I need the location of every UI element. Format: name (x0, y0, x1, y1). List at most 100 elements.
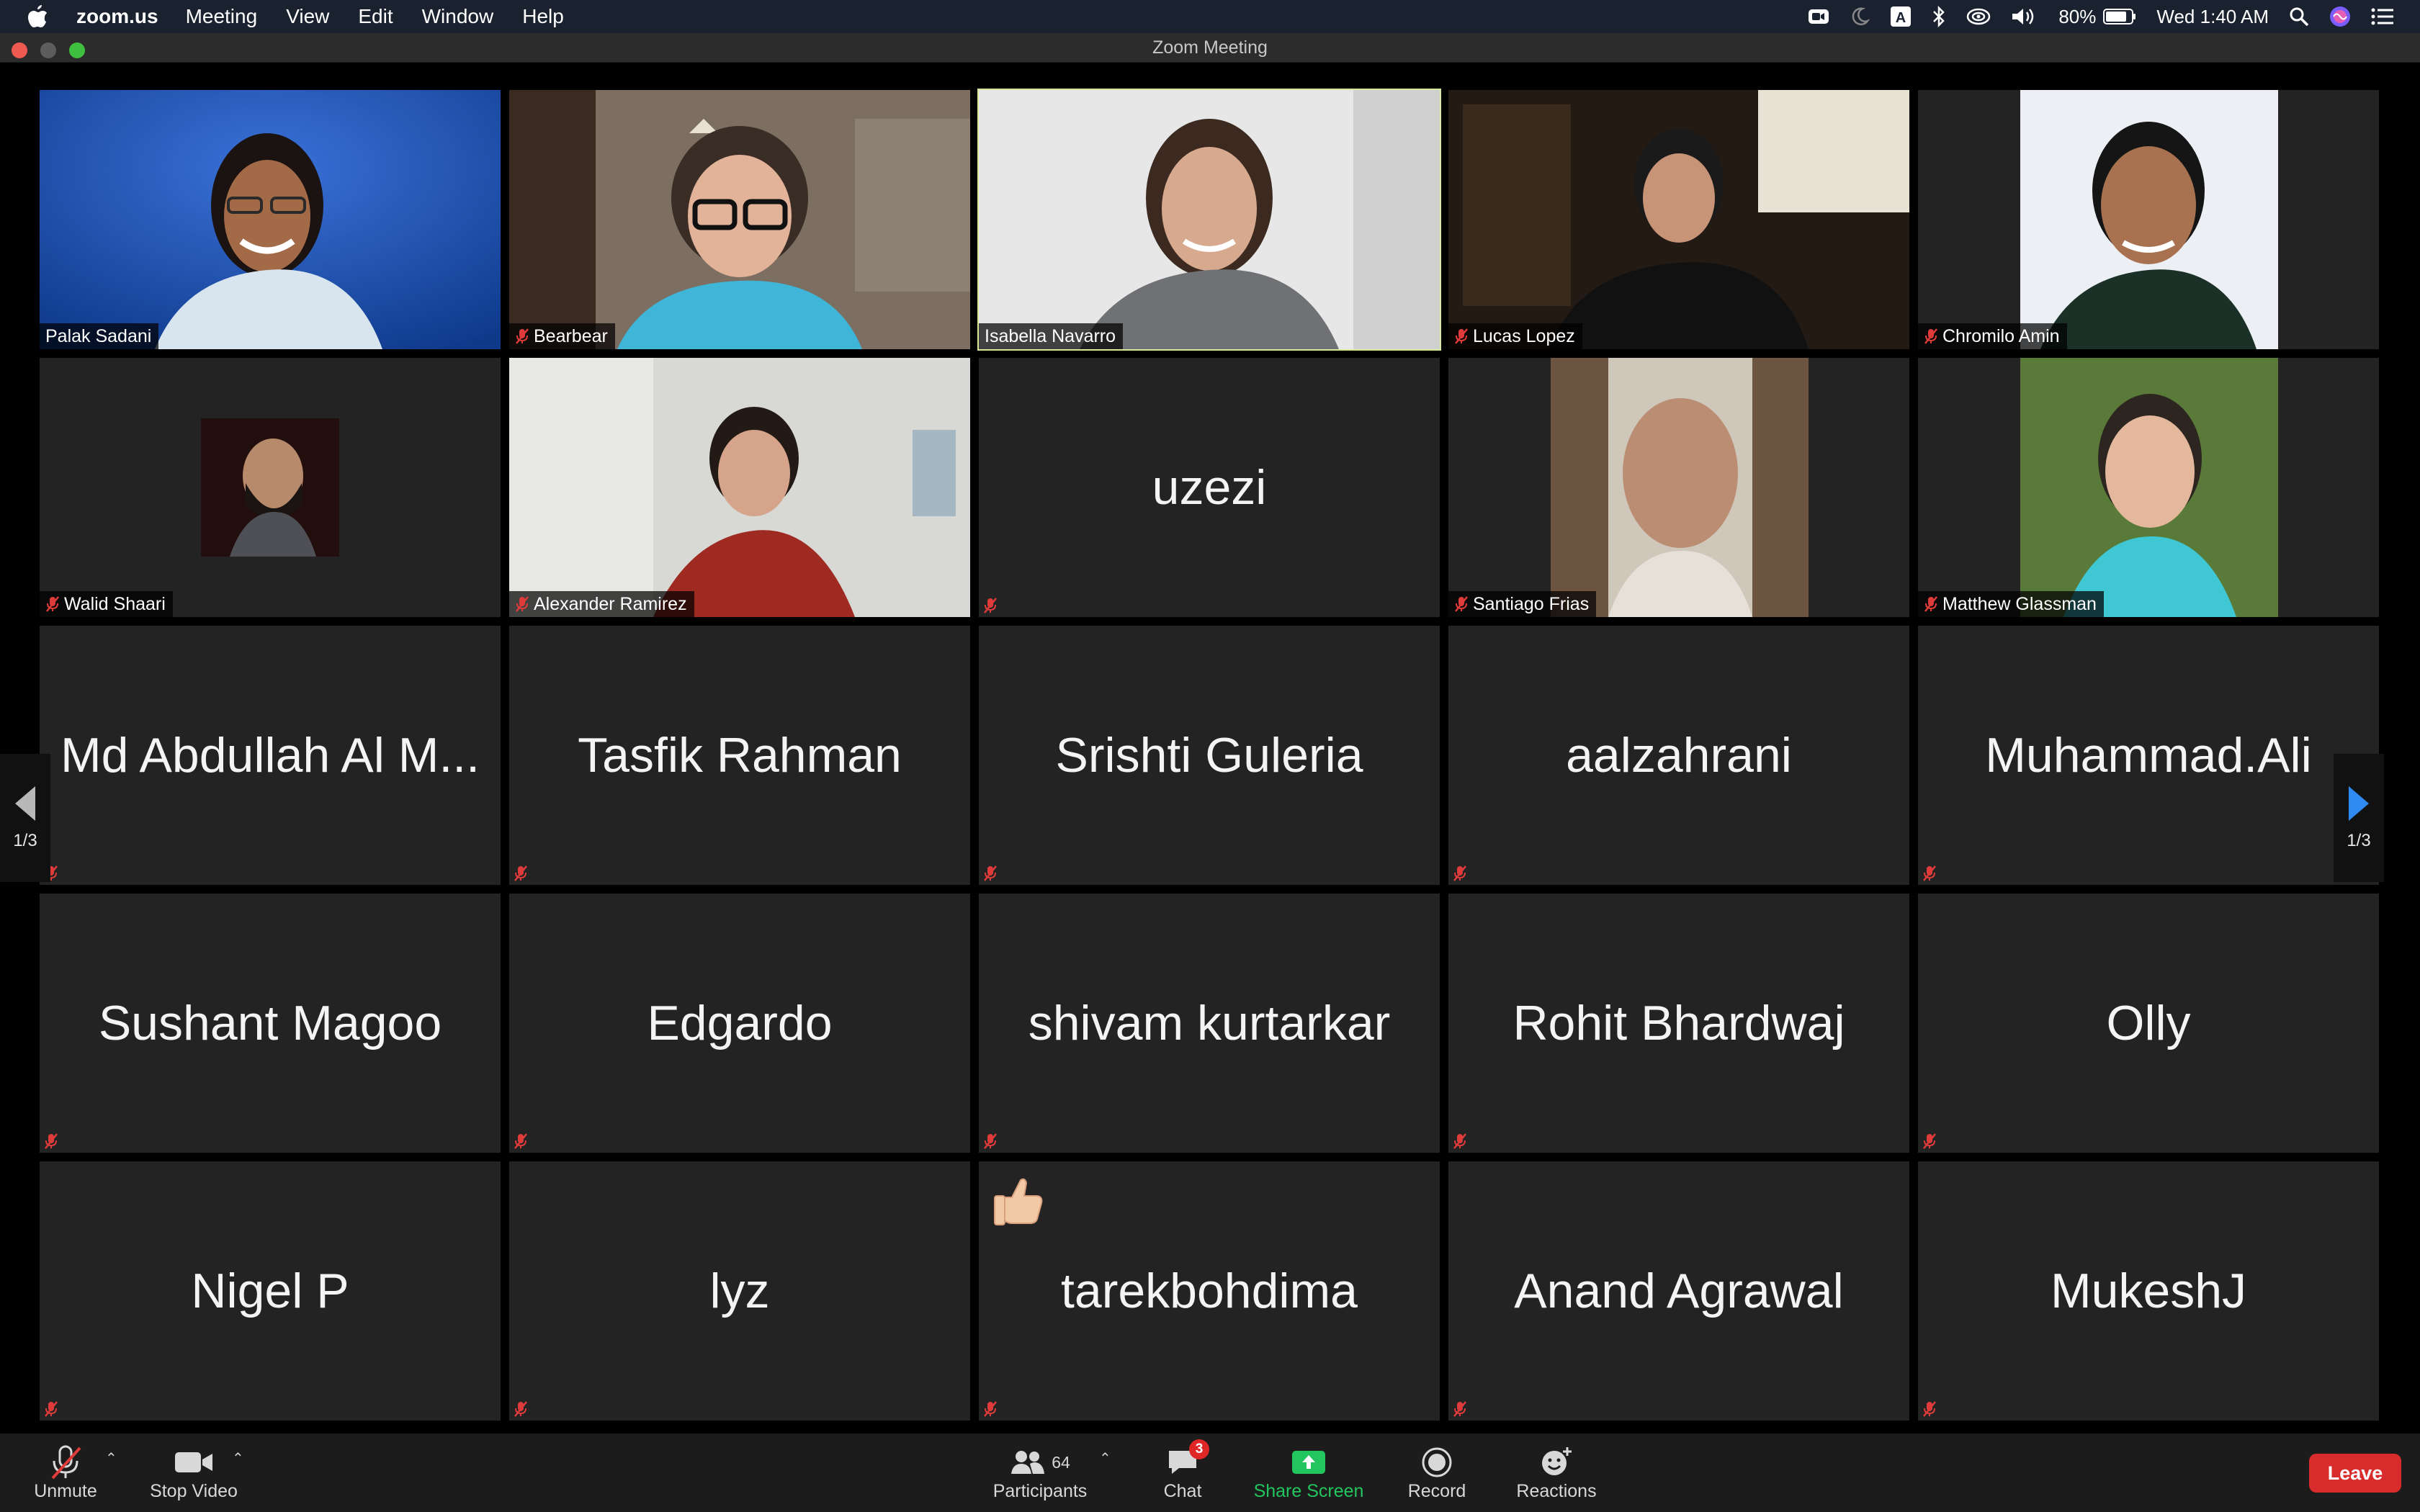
battery-status[interactable]: 80% (2058, 6, 2136, 28)
participant-name-placeholder: tarekbohdima (1060, 1264, 1358, 1318)
participant-name-placeholder: Md Abdullah Al M... (60, 728, 480, 783)
participant-name-placeholder: lyz (709, 1264, 770, 1318)
menubar-clock[interactable]: Wed 1:40 AM (2156, 6, 2269, 28)
input-source-icon[interactable]: A (1890, 6, 1912, 27)
video-tile[interactable]: Edgardo (509, 894, 970, 1153)
participant-name-label: Palak Sadani (40, 323, 159, 349)
video-tile[interactable]: Muhammad.Ali (1918, 626, 2379, 885)
participant-name-label: Lucas Lopez (1448, 323, 1582, 349)
chat-button[interactable]: 3 Chat (1147, 1434, 1219, 1512)
menubar-status-area: A 80% Wed 1:40 AM (1808, 0, 2394, 33)
video-tile[interactable]: tarekbohdima (979, 1161, 1440, 1421)
video-tile[interactable]: Matthew Glassman (1918, 358, 2379, 617)
audio-options-caret[interactable]: ⌃ (105, 1449, 117, 1467)
reactions-button[interactable]: Reactions (1510, 1434, 1603, 1512)
muted-mic-icon (1453, 1133, 1466, 1149)
siri-icon[interactable] (2329, 6, 2351, 27)
video-camera-icon (175, 1452, 212, 1472)
muted-mic-icon (1924, 596, 1937, 612)
window-zoom-button[interactable] (69, 42, 85, 58)
participant-name-placeholder: Edgardo (647, 996, 833, 1050)
spotlight-search-icon[interactable] (2289, 6, 2309, 27)
muted-mic-icon (1923, 865, 1936, 881)
video-tile-active-speaker[interactable]: Isabella Navarro (977, 89, 1441, 351)
participant-name-label: Bearbear (509, 323, 615, 349)
participant-name-label: Chromilo Amin (1918, 323, 2067, 349)
menu-help[interactable]: Help (522, 5, 564, 28)
window-close-button[interactable] (12, 42, 27, 58)
participant-name-placeholder: Tasfik Rahman (578, 728, 902, 783)
video-tile[interactable]: Nigel P (40, 1161, 501, 1421)
window-titlebar: Zoom Meeting (0, 33, 2420, 63)
chevron-left-icon (15, 786, 35, 821)
apple-icon[interactable] (27, 4, 49, 29)
page-indicator-left: 1/3 (13, 831, 37, 850)
participants-options-caret[interactable]: ⌃ (1099, 1449, 1111, 1467)
leave-meeting-button[interactable]: Leave (2309, 1454, 2401, 1493)
video-tile[interactable]: Bearbear (509, 90, 970, 349)
video-tile[interactable]: aalzahrani (1448, 626, 1909, 885)
video-tile[interactable]: Sushant Magoo (40, 894, 501, 1153)
video-options-caret[interactable]: ⌃ (232, 1449, 244, 1467)
menu-app-name[interactable]: zoom.us (76, 5, 158, 28)
video-tile[interactable]: Rohit Bhardwaj (1448, 894, 1909, 1153)
participant-name-label: Santiago Frias (1448, 591, 1597, 617)
share-screen-button[interactable]: Share Screen (1246, 1434, 1371, 1512)
participant-name-placeholder: Anand Agrawal (1514, 1264, 1844, 1318)
next-page-button[interactable]: 1/3 (2334, 754, 2384, 882)
participant-profile-picture (1551, 358, 1809, 617)
muted-mic-icon (45, 1133, 58, 1149)
muted-mic-icon (984, 598, 997, 613)
bluetooth-icon[interactable] (1932, 6, 1946, 27)
previous-page-button[interactable]: 1/3 (0, 754, 50, 882)
zoom-status-icon[interactable] (1808, 8, 1829, 25)
window-title: Zoom Meeting (1152, 37, 1268, 58)
do-not-disturb-icon[interactable] (1850, 6, 1870, 27)
menu-window[interactable]: Window (422, 5, 494, 28)
muted-mic-icon (984, 1133, 997, 1149)
record-icon (1422, 1447, 1452, 1477)
video-tile[interactable]: Md Abdullah Al M... (40, 626, 501, 885)
participant-name-placeholder: MukeshJ (2050, 1264, 2247, 1318)
video-tile[interactable]: Anand Agrawal (1448, 1161, 1909, 1421)
video-tile[interactable]: Lucas Lopez (1448, 90, 1909, 349)
video-tile[interactable]: uzezi (979, 358, 1440, 617)
wifi-icon[interactable] (1966, 7, 1991, 26)
participant-profile-picture (201, 418, 339, 557)
muted-mic-icon (1923, 1133, 1936, 1149)
video-tile[interactable]: Tasfik Rahman (509, 626, 970, 885)
svg-text:A: A (1896, 10, 1906, 26)
muted-mic-icon (984, 1401, 997, 1417)
muted-microphone-icon (51, 1445, 81, 1480)
video-tile[interactable]: lyz (509, 1161, 970, 1421)
video-tile[interactable]: Walid Shaari (40, 358, 501, 617)
share-screen-icon (1292, 1451, 1325, 1474)
page-indicator-right: 1/3 (2347, 831, 2371, 850)
video-tile[interactable]: Olly (1918, 894, 2379, 1153)
meeting-controls-toolbar: Unmute ⌃ Stop Video ⌃ 64 Participants ⌃ … (0, 1434, 2420, 1512)
participants-count: 64 (1052, 1452, 1070, 1472)
menu-meeting[interactable]: Meeting (186, 5, 258, 28)
video-tile[interactable]: Chromilo Amin (1918, 90, 2379, 349)
muted-mic-icon (516, 596, 529, 612)
unmute-button[interactable]: Unmute (26, 1434, 105, 1512)
notification-center-icon[interactable] (2371, 7, 2394, 26)
participant-name-label: Alexander Ramirez (509, 591, 694, 617)
participants-button[interactable]: 64 Participants (987, 1434, 1093, 1512)
window-minimize-button[interactable] (40, 42, 56, 58)
video-tile[interactable]: Santiago Frias (1448, 358, 1909, 617)
participant-video (979, 90, 1440, 349)
muted-mic-icon (46, 596, 59, 612)
volume-icon[interactable] (2011, 6, 2038, 27)
video-tile[interactable]: MukeshJ (1918, 1161, 2379, 1421)
video-tile[interactable]: shivam kurtarkar (979, 894, 1440, 1153)
participant-video (40, 90, 501, 349)
video-tile[interactable]: Alexander Ramirez (509, 358, 970, 617)
participant-name-label: Isabella Navarro (979, 323, 1124, 349)
record-button[interactable]: Record (1399, 1434, 1475, 1512)
menu-view[interactable]: View (286, 5, 329, 28)
stop-video-button[interactable]: Stop Video (145, 1434, 242, 1512)
video-tile[interactable]: Palak Sadani (40, 90, 501, 349)
video-tile[interactable]: Srishti Guleria (979, 626, 1440, 885)
menu-edit[interactable]: Edit (358, 5, 393, 28)
